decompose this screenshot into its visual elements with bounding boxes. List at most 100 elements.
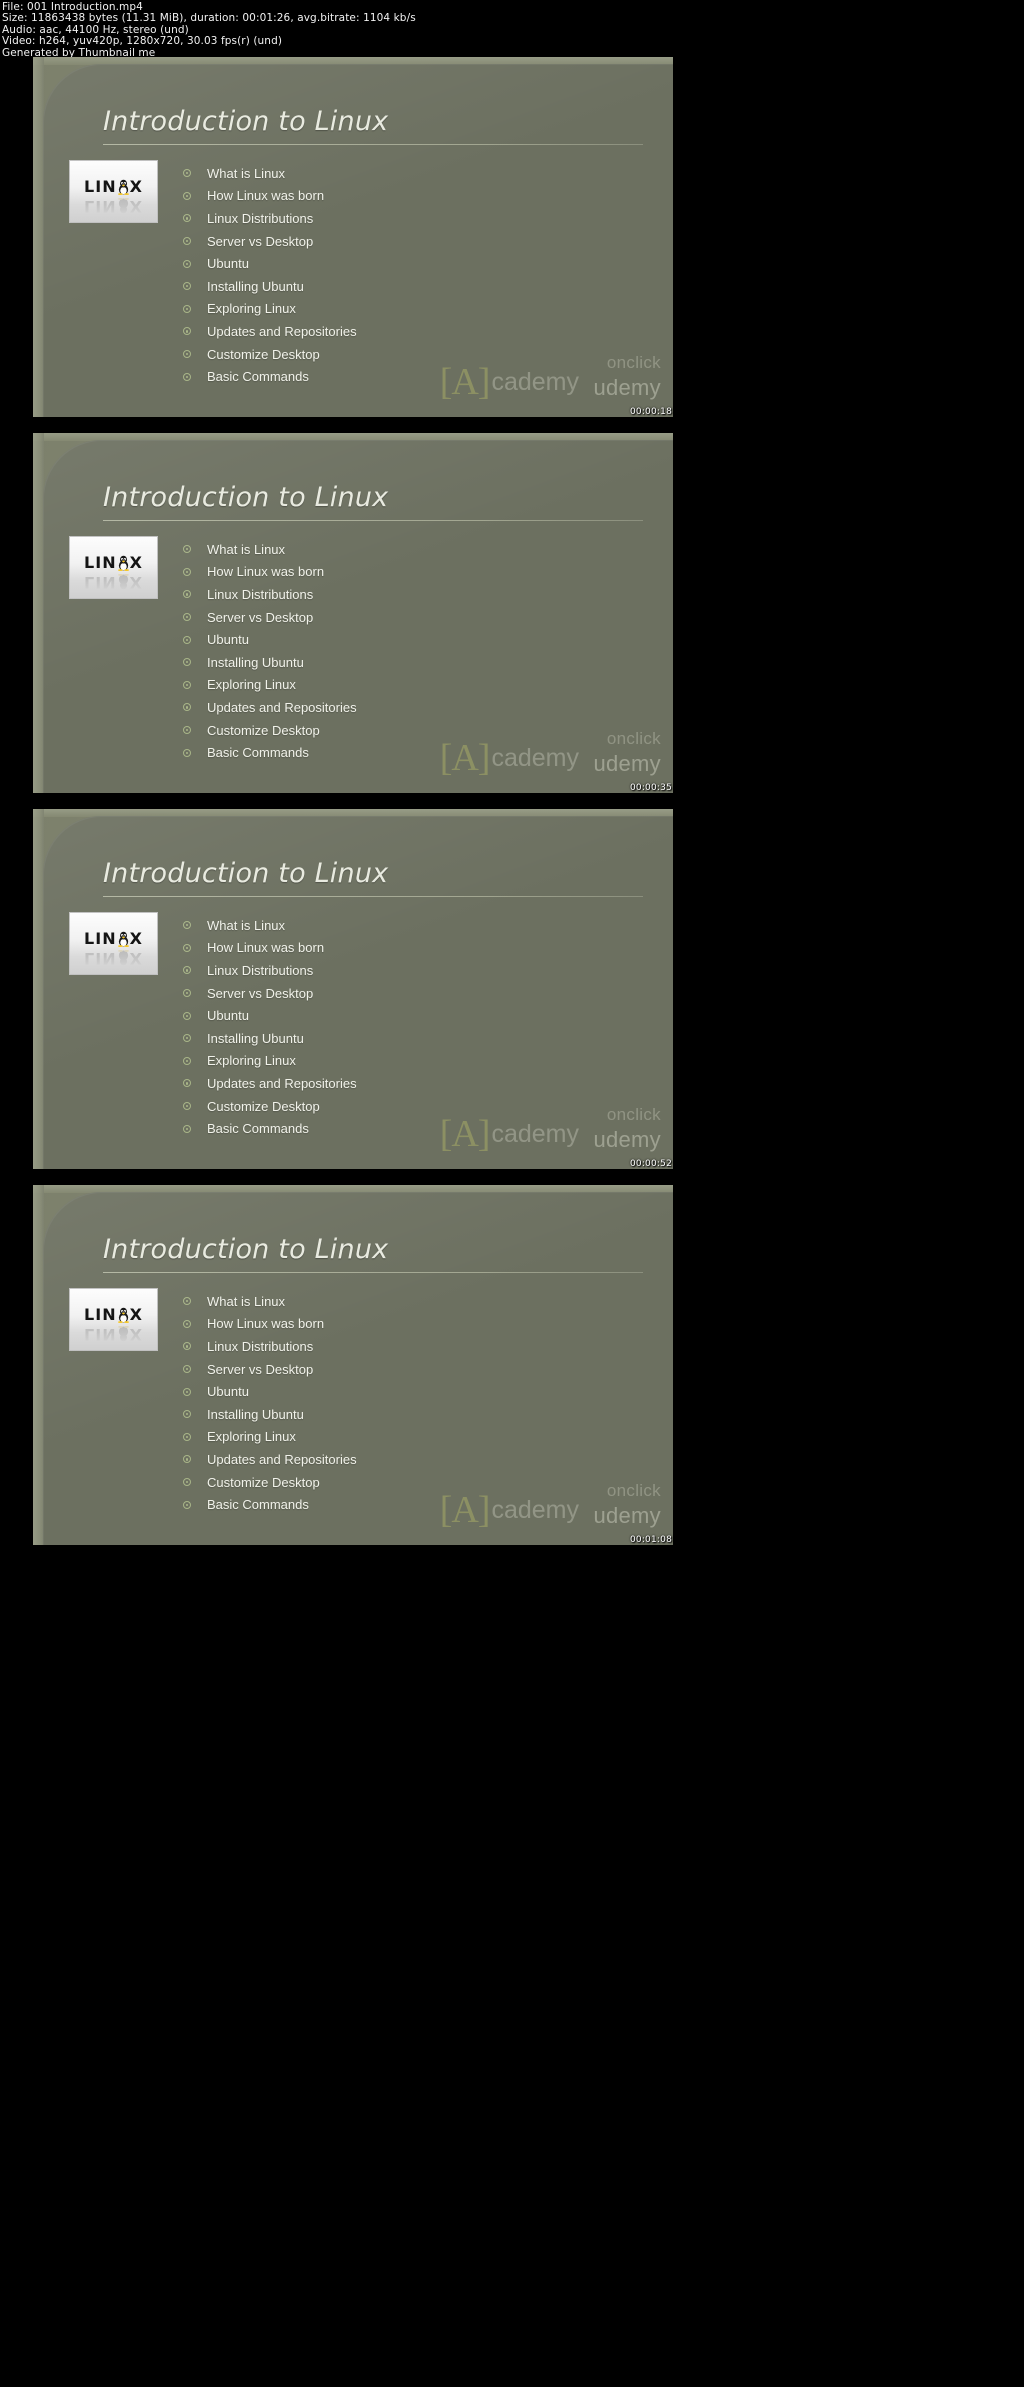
- bullet-label: Basic Commands: [207, 1497, 309, 1513]
- bullet-marker-icon: [183, 1056, 191, 1065]
- video-thumbnail-4[interactable]: Introduction to Linux LIN X LIN X What i…: [33, 1185, 673, 1545]
- thumbnail-timestamp: 00:00:18: [629, 407, 672, 417]
- bullet-row: How Linux was born: [183, 185, 603, 208]
- bullet-marker-icon: [183, 237, 191, 246]
- title-underline-rule: [103, 520, 643, 521]
- bullet-label: Customize Desktop: [207, 1098, 320, 1114]
- bullet-row: Basic Commands: [183, 1493, 603, 1516]
- bullet-marker-icon: [183, 1319, 191, 1328]
- linux-logo-image: LIN X LIN X: [69, 1288, 158, 1351]
- bullet-marker-icon: [183, 726, 191, 735]
- bullet-marker-icon: [183, 1342, 191, 1351]
- bullet-label: Updates and Repositories: [207, 1075, 357, 1091]
- slide-title: Introduction to Linux: [103, 858, 389, 889]
- bullet-label: Installing Ubuntu: [207, 1030, 304, 1046]
- bullet-label: Ubuntu: [207, 632, 249, 648]
- linux-logo-reflection: LIN X: [70, 948, 157, 968]
- linux-logo-reflection-text: LIN X: [84, 949, 143, 968]
- bullet-label: Updates and Repositories: [207, 699, 357, 715]
- slide-title: Introduction to Linux: [103, 1234, 389, 1265]
- bullet-label: Ubuntu: [207, 1384, 249, 1400]
- bullet-label: Installing Ubuntu: [207, 654, 304, 670]
- tux-penguin-reflection-icon: [117, 574, 130, 590]
- bullet-row: Installing Ubuntu: [183, 651, 603, 674]
- bullet-marker-icon: [183, 613, 191, 622]
- linux-logo-reflection-prefix: LIN: [84, 573, 117, 592]
- bullet-marker-icon: [183, 658, 191, 667]
- bullet-marker-icon: [183, 304, 191, 313]
- linux-logo-suffix: X: [129, 177, 143, 196]
- bullet-label: Linux Distributions: [207, 586, 314, 602]
- bullet-label: What is Linux: [207, 541, 286, 557]
- linux-logo-suffix: X: [129, 1305, 143, 1324]
- video-thumbnail-1[interactable]: Introduction to Linux LIN X LIN X What i…: [33, 57, 673, 417]
- bullet-row: Customize Desktop: [183, 343, 603, 366]
- tux-penguin-icon: [117, 555, 130, 571]
- bullet-label: What is Linux: [207, 1293, 286, 1309]
- bullet-marker-icon: [183, 943, 191, 952]
- linux-logo-reflection-suffix: X: [129, 197, 143, 216]
- onclick-watermark: onclick: [606, 729, 661, 748]
- tux-penguin-reflection-icon: [117, 198, 130, 214]
- bullet-label: Linux Distributions: [207, 1338, 314, 1354]
- slide-bullet-list: What is Linux How Linux was born Linux Dis…: [183, 914, 603, 1140]
- bullet-row: Updates and Repositories: [183, 1448, 603, 1471]
- linux-logo-reflection-text: LIN X: [84, 197, 143, 216]
- bullet-row: Updates and Repositories: [183, 320, 603, 343]
- bullet-row: Installing Ubuntu: [183, 1403, 603, 1426]
- bullet-label: Linux Distributions: [207, 962, 314, 978]
- linux-logo-text: LIN X: [84, 178, 143, 196]
- onclick-watermark: onclick: [606, 1481, 661, 1500]
- slide-frame: Introduction to Linux LIN X LIN X What i…: [33, 809, 673, 1169]
- bullet-marker-icon: [183, 921, 191, 930]
- bullet-row: Installing Ubuntu: [183, 275, 603, 298]
- title-underline-rule: [103, 1272, 643, 1273]
- video-thumbnail-2[interactable]: Introduction to Linux LIN X LIN X What i…: [33, 433, 673, 793]
- linux-logo-reflection: LIN X: [70, 196, 157, 216]
- linux-logo-wordmark: LIN X: [70, 178, 157, 197]
- bullet-row: Ubuntu: [183, 1380, 603, 1403]
- bullet-marker-icon: [183, 545, 191, 554]
- bullet-row: Ubuntu: [183, 252, 603, 275]
- bullet-label: Updates and Repositories: [207, 1451, 357, 1467]
- slide-frame: Introduction to Linux LIN X LIN X What i…: [33, 433, 673, 793]
- bullet-label: Customize Desktop: [207, 1474, 320, 1490]
- linux-logo-reflection-prefix: LIN: [84, 949, 117, 968]
- bullet-label: Installing Ubuntu: [207, 278, 304, 294]
- bullet-row: Server vs Desktop: [183, 230, 603, 253]
- bullet-row: Linux Distributions: [183, 1335, 603, 1358]
- metadata-line-video: Video: h264, yuv420p, 1280x720, 30.03 fp…: [2, 35, 283, 48]
- bullet-label: Customize Desktop: [207, 722, 320, 738]
- bullet-row: What is Linux: [183, 914, 603, 937]
- bullet-label: What is Linux: [207, 917, 286, 933]
- linux-logo-prefix: LIN: [84, 553, 117, 572]
- bullet-row: What is Linux: [183, 1290, 603, 1313]
- bullet-marker-icon: [183, 327, 191, 336]
- linux-logo-wordmark: LIN X: [70, 554, 157, 573]
- slide-frame: Introduction to Linux LIN X LIN X What i…: [33, 57, 673, 417]
- linux-logo-reflection-prefix: LIN: [84, 1325, 117, 1344]
- linux-logo-prefix: LIN: [84, 1305, 117, 1324]
- bullet-label: Linux Distributions: [207, 210, 314, 226]
- bullet-row: Exploring Linux: [183, 674, 603, 697]
- linux-logo-reflection: LIN X: [70, 572, 157, 592]
- linux-logo-reflection-suffix: X: [129, 573, 143, 592]
- bullet-marker-icon: [183, 635, 191, 644]
- bullet-marker-icon: [183, 966, 191, 975]
- linux-logo-prefix: LIN: [84, 929, 117, 948]
- video-thumbnail-3[interactable]: Introduction to Linux LIN X LIN X What i…: [33, 809, 673, 1169]
- bullet-marker-icon: [183, 1034, 191, 1043]
- bullet-row: Basic Commands: [183, 1117, 603, 1140]
- bullet-row: Installing Ubuntu: [183, 1027, 603, 1050]
- bullet-row: Updates and Repositories: [183, 1072, 603, 1095]
- bullet-row: How Linux was born: [183, 937, 603, 960]
- bullet-marker-icon: [183, 680, 191, 689]
- tux-penguin-icon: [117, 179, 130, 195]
- bullet-row: Exploring Linux: [183, 1050, 603, 1073]
- bullet-label: Exploring Linux: [207, 301, 296, 317]
- bullet-label: Server vs Desktop: [207, 609, 314, 625]
- bullet-label: Installing Ubuntu: [207, 1406, 304, 1422]
- udemy-watermark: udemy: [593, 1503, 661, 1528]
- video-metadata-header: File: 001 Introduction.mp4 Size: 1186343…: [0, 0, 1024, 59]
- thumbnail-timestamp: 00:00:35: [629, 783, 672, 793]
